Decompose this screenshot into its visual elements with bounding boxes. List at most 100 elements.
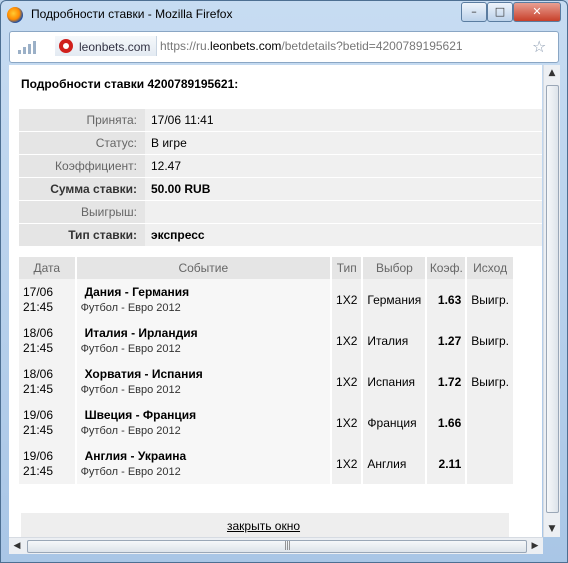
url-domain: leonbets.com — [210, 39, 282, 53]
event-time: 21:45 — [23, 299, 54, 314]
url-prefix: https://ru. — [160, 39, 211, 53]
bet-info-label: Принята: — [19, 109, 145, 132]
event-date: 18/06 — [23, 325, 54, 340]
browser-window: Подробности ставки - Mozilla Firefox – □… — [0, 0, 568, 563]
close-window-link[interactable]: закрыть окно — [227, 519, 300, 533]
event-result: Выигр. — [467, 279, 515, 320]
site-identity-button[interactable]: leonbets.com — [55, 36, 158, 56]
event-cell: Швеция - Франция Футбол - Евро 2012 — [76, 402, 333, 443]
grip-icon: ||| — [284, 541, 291, 551]
firefox-icon — [7, 7, 23, 23]
horizontal-scrollbar[interactable]: ◀ ||| ▶ — [9, 537, 543, 554]
event-type: 1X2 — [332, 402, 364, 443]
header-date: Дата — [19, 257, 77, 279]
event-time: 21:45 — [23, 422, 54, 437]
header-event: Событие — [76, 257, 333, 279]
event-type: 1X2 — [332, 320, 364, 361]
header-result: Исход — [467, 257, 515, 279]
leonbets-logo-icon — [59, 39, 73, 53]
bet-info-table: Принята: 17/06 11:41 Статус: В игре Коэффици… — [19, 109, 542, 247]
event-match: Швеция - Франция — [84, 408, 197, 422]
event-pick: Франция — [363, 402, 428, 443]
event-time: 21:45 — [23, 463, 54, 478]
event-pick: Англия — [363, 443, 428, 484]
bet-info-value: экспресс — [145, 224, 542, 247]
scroll-right-icon[interactable]: ▶ — [527, 538, 543, 554]
horizontal-scroll-thumb[interactable]: ||| — [27, 540, 527, 553]
event-tournament: Футбол - Евро 2012 — [80, 466, 181, 478]
bet-info-row: Принята: 17/06 11:41 — [19, 109, 542, 132]
event-coef: 1.72 — [427, 361, 468, 402]
event-type: 1X2 — [332, 443, 364, 484]
event-match: Италия - Ирландия — [84, 326, 198, 340]
event-type: 1X2 — [332, 361, 364, 402]
event-result: Выигр. — [467, 361, 515, 402]
event-cell: Дания - Германия Футбол - Евро 2012 — [76, 279, 333, 320]
bet-info-label: Сумма ставки: — [19, 178, 145, 201]
bet-info-label: Тип ставки: — [19, 224, 145, 247]
scroll-up-icon[interactable]: ▲ — [544, 65, 560, 81]
table-row: 18/06 21:45 Хорватия - Испания Футбол - Евр… — [19, 361, 515, 402]
events-table: Дата Событие Тип Выбор Коэф. Исход 17/06… — [19, 257, 515, 484]
minimize-button[interactable]: – — [461, 2, 487, 22]
vertical-scroll-thumb[interactable] — [546, 85, 559, 513]
close-bar: закрыть окно — [21, 513, 509, 537]
address-bar[interactable]: leonbets.com https://ru.leonbets.com/bet… — [9, 31, 559, 63]
bet-info-row: Коэффициент: 12.47 — [19, 155, 542, 178]
url-text[interactable]: https://ru.leonbets.com/betdetails?betid… — [160, 39, 463, 53]
event-match: Хорватия - Испания — [84, 367, 203, 381]
bet-info-row: Статус: В игре — [19, 132, 542, 155]
event-date: 19/06 — [23, 407, 54, 422]
header-pick: Выбор — [363, 257, 428, 279]
close-window-button[interactable]: ✕ — [513, 2, 561, 22]
event-match: Англия - Украина — [84, 449, 187, 463]
bet-info-label: Коэффициент: — [19, 155, 145, 178]
event-coef: 1.27 — [427, 320, 468, 361]
event-coef: 1.66 — [427, 402, 468, 443]
bet-info-row: Тип ставки: экспресс — [19, 224, 542, 247]
bet-info-value: 17/06 11:41 — [145, 109, 542, 132]
event-result — [467, 402, 515, 443]
event-coef: 2.11 — [427, 443, 468, 484]
event-type: 1X2 — [332, 279, 364, 320]
event-cell: Хорватия - Испания Футбол - Евро 2012 — [76, 361, 333, 402]
vertical-scrollbar[interactable]: ▲ ▼ — [543, 65, 560, 537]
event-match: Дания - Германия — [84, 285, 190, 299]
event-date-cell: 18/06 21:45 — [19, 320, 77, 361]
signal-bars-icon — [18, 40, 38, 54]
event-pick: Испания — [363, 361, 428, 402]
table-row: 18/06 21:45 Италия - Ирландия Футбол - Евро… — [19, 320, 515, 361]
events-header-row: Дата Событие Тип Выбор Коэф. Исход — [19, 257, 515, 279]
event-date: 17/06 — [23, 284, 54, 299]
scroll-left-icon[interactable]: ◀ — [9, 538, 25, 554]
window-title: Подробности ставки - Mozilla Firefox — [31, 7, 233, 21]
event-date-cell: 18/06 21:45 — [19, 361, 77, 402]
event-result: Выигр. — [467, 320, 515, 361]
event-coef: 1.63 — [427, 279, 468, 320]
site-identity-label: leonbets.com — [79, 40, 151, 54]
scroll-down-icon[interactable]: ▼ — [544, 521, 560, 537]
star-icon[interactable]: ☆ — [532, 37, 546, 56]
event-date-cell: 19/06 21:45 — [19, 443, 77, 484]
bet-info-value: 50.00 RUB — [145, 178, 542, 201]
title-bar[interactable]: Подробности ставки - Mozilla Firefox – □… — [1, 1, 567, 29]
bet-info-value: В игре — [145, 132, 542, 155]
event-result — [467, 443, 515, 484]
event-tournament: Футбол - Евро 2012 — [80, 425, 181, 437]
event-pick: Италия — [363, 320, 428, 361]
maximize-button[interactable]: □ — [487, 2, 513, 22]
event-date-cell: 17/06 21:45 — [19, 279, 77, 320]
event-date: 18/06 — [23, 366, 54, 381]
url-path: /betdetails?betid=4200789195621 — [281, 39, 463, 53]
event-tournament: Футбол - Евро 2012 — [80, 343, 181, 355]
bet-info-row: Выигрыш: — [19, 201, 542, 224]
event-date-cell: 19/06 21:45 — [19, 402, 77, 443]
event-tournament: Футбол - Евро 2012 — [80, 302, 181, 314]
event-date: 19/06 — [23, 448, 54, 463]
header-type: Тип — [332, 257, 364, 279]
page-content: Подробности ставки 4200789195621: Принят… — [9, 65, 542, 537]
event-time: 21:45 — [23, 381, 54, 396]
header-coef: Коэф. — [427, 257, 468, 279]
table-row: 19/06 21:45 Швеция - Франция Футбол - Евро … — [19, 402, 515, 443]
bet-info-value: 12.47 — [145, 155, 542, 178]
